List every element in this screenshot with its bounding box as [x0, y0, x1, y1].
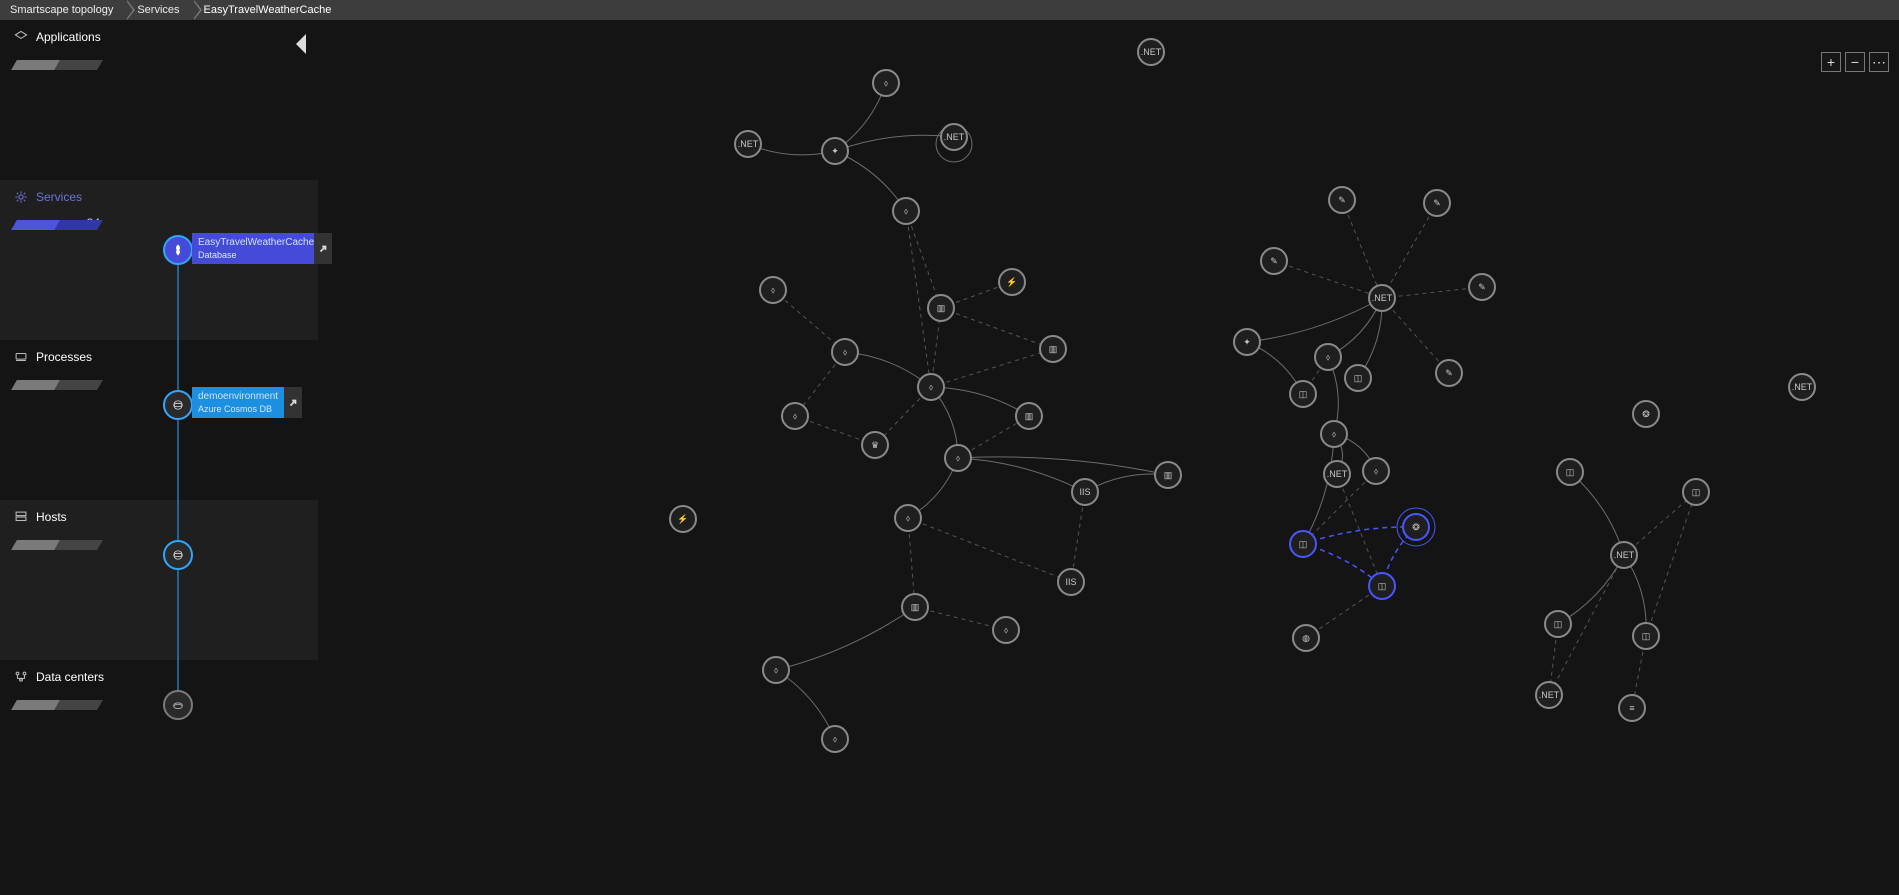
chip-process[interactable]: demoenvironmentAzure Cosmos DB	[192, 387, 302, 418]
svg-text:♛: ♛	[871, 440, 879, 450]
svg-text:◫: ◫	[1299, 389, 1308, 399]
svg-text:⬨: ⬨	[1374, 466, 1378, 476]
svg-text:▥: ▥	[1164, 470, 1173, 480]
svg-text:✦: ✦	[1243, 337, 1251, 347]
zoom-controls: + − ⋯	[1821, 52, 1889, 72]
svg-text:◫: ◫	[1299, 539, 1308, 549]
crumb-smartscape[interactable]: Smartscape topology	[0, 0, 127, 20]
svg-text:⬨: ⬨	[1326, 352, 1330, 362]
svg-text:❂: ❂	[1642, 409, 1650, 419]
layer-processes[interactable]: Processes	[0, 340, 318, 500]
svg-text:.NET: .NET	[1372, 293, 1393, 303]
svg-text:.NET: .NET	[1539, 690, 1560, 700]
svg-text:✎: ✎	[1433, 198, 1441, 208]
zoom-in-button[interactable]: +	[1821, 52, 1841, 72]
open-process-button[interactable]	[284, 387, 302, 418]
svg-text:▥: ▥	[1049, 344, 1058, 354]
svg-text:◫: ◫	[1566, 467, 1575, 477]
crumb-services[interactable]: Services	[127, 0, 193, 20]
breadcrumb: Smartscape topology Services EasyTravelW…	[0, 0, 1899, 20]
svg-text:.NET: .NET	[738, 139, 759, 149]
svg-text:◫: ◫	[1378, 581, 1387, 591]
svg-text:▥: ▥	[937, 303, 946, 313]
svg-text:.NET: .NET	[1141, 47, 1162, 57]
svg-text:✎: ✎	[1270, 256, 1278, 266]
svg-text:⬨: ⬨	[884, 78, 888, 88]
svg-text:.NET: .NET	[944, 132, 965, 142]
zoom-out-button[interactable]: −	[1845, 52, 1865, 72]
zoom-more-button[interactable]: ⋯	[1869, 52, 1889, 72]
processes-icon	[14, 350, 28, 364]
svg-text:◫: ◫	[1642, 631, 1651, 641]
datacenters-icon	[14, 670, 28, 684]
svg-text:⬨: ⬨	[793, 411, 797, 421]
svg-text:⚡: ⚡	[677, 513, 688, 525]
svg-text:≡: ≡	[1629, 703, 1634, 713]
svg-text:▥: ▥	[1025, 411, 1034, 421]
svg-text:IIS: IIS	[1079, 487, 1090, 497]
topology-canvas[interactable]: ⬨ ✦ .NET .NET ⬨ ⬨ ▥ ⚡ ⬨ ⬨ ▥ ⬨ ♛ ⬨ ▥ IIS ⬨ IIS ▥ ⬨ ⬨ ⬨ ⚡ ▥ .NET ✎ ✎…	[318, 20, 1899, 895]
svg-text:⬨: ⬨	[956, 453, 960, 463]
svg-text:▥: ▥	[911, 602, 920, 612]
svg-text:⬨: ⬨	[904, 206, 908, 216]
svg-text:⬨: ⬨	[833, 734, 837, 744]
svg-text:⚡: ⚡	[1006, 276, 1017, 288]
chip-service[interactable]: EasyTravelWeatherCacheDatabase	[192, 233, 332, 264]
svg-text:✎: ✎	[1445, 368, 1453, 378]
svg-text:⬨: ⬨	[774, 665, 778, 675]
path-node-host[interactable]	[163, 540, 193, 570]
crumb-current: EasyTravelWeatherCache	[194, 0, 346, 20]
path-node-datacenter[interactable]	[163, 690, 193, 720]
svg-text:✎: ✎	[1478, 282, 1486, 292]
svg-text:⬨: ⬨	[1332, 429, 1336, 439]
path-node-process[interactable]	[163, 390, 193, 420]
svg-text:◫: ◫	[1554, 619, 1563, 629]
layer-datacenters[interactable]: Data centers	[0, 660, 318, 820]
svg-text:◫: ◫	[1692, 487, 1701, 497]
svg-text:◍: ◍	[1302, 633, 1310, 643]
svg-text:⬨: ⬨	[929, 382, 933, 392]
svg-text:⬨: ⬨	[771, 285, 775, 295]
svg-text:⬨: ⬨	[1004, 625, 1008, 635]
svg-text:✎: ✎	[1338, 195, 1346, 205]
services-icon	[14, 190, 28, 204]
applications-icon	[14, 30, 28, 44]
svg-text:◫: ◫	[1354, 373, 1363, 383]
path-node-service[interactable]	[163, 235, 193, 265]
svg-text:IIS: IIS	[1065, 577, 1076, 587]
layer-applications[interactable]: Applications	[0, 20, 318, 180]
svg-text:.NET: .NET	[1327, 469, 1348, 479]
hosts-icon	[14, 510, 28, 524]
svg-text:✦: ✦	[831, 146, 839, 156]
layer-rail: Applications Services 34 Processes Hosts…	[0, 20, 318, 895]
svg-text:❂: ❂	[1412, 522, 1420, 532]
svg-text:⬨: ⬨	[843, 347, 847, 357]
svg-text:.NET: .NET	[1614, 550, 1635, 560]
svg-text:⬨: ⬨	[906, 513, 910, 523]
svg-text:.NET: .NET	[1792, 382, 1813, 392]
collapse-icon[interactable]	[296, 34, 306, 54]
layer-hosts[interactable]: Hosts	[0, 500, 318, 660]
